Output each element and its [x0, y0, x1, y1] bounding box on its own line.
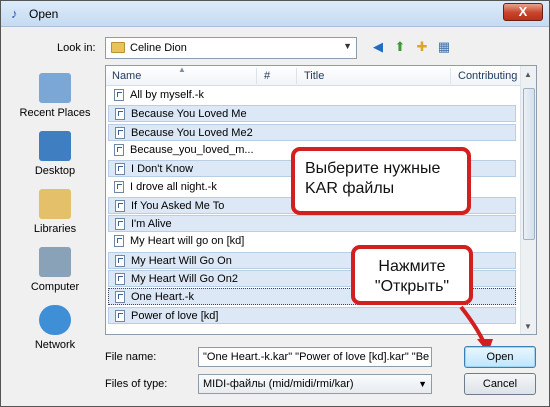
view-menu-icon[interactable]: ▦: [435, 38, 453, 56]
column-divider[interactable]: [450, 68, 451, 84]
place-computer[interactable]: Computer: [9, 247, 101, 293]
file-name: My Heart Will Go On2: [131, 273, 238, 285]
file-row[interactable]: All by myself.-k: [108, 87, 516, 104]
cancel-button[interactable]: Cancel: [464, 373, 536, 395]
file-name: Power of love [kd]: [131, 309, 219, 322]
place-label: Recent Places: [19, 107, 91, 119]
music-file-icon: [115, 199, 125, 212]
music-file-icon: [115, 163, 125, 176]
look-in-label: Look in:: [57, 42, 96, 54]
column-track-number[interactable]: #: [264, 70, 270, 82]
place-label: Network: [34, 339, 76, 351]
music-file-icon: [114, 235, 124, 248]
place-label: Desktop: [34, 165, 76, 177]
column-title[interactable]: Title: [304, 70, 324, 82]
file-row[interactable]: Because You Loved Me: [108, 105, 516, 123]
close-button[interactable]: X: [503, 3, 543, 21]
scroll-up-icon[interactable]: ▲: [524, 70, 532, 79]
file-name: If You Asked Me To: [131, 199, 225, 212]
music-file-icon: [114, 143, 124, 156]
recent-places-icon: [39, 73, 71, 103]
column-contributing[interactable]: Contributing: [458, 70, 517, 82]
music-file-icon: [115, 273, 125, 285]
vertical-scrollbar[interactable]: ▲ ▼: [520, 66, 536, 334]
network-icon: [39, 305, 71, 335]
file-name: I'm Alive: [131, 218, 172, 231]
column-header: Name ▲ # Title Contributing: [106, 65, 536, 86]
file-name: My Heart Will Go On: [131, 254, 232, 267]
place-label: Libraries: [33, 223, 77, 235]
chevron-down-icon: ▼: [418, 379, 427, 389]
column-divider[interactable]: [256, 68, 257, 84]
file-row[interactable]: Power of love [kd]: [108, 306, 516, 324]
music-note-icon: ♪: [11, 6, 18, 21]
music-file-icon: [115, 291, 125, 304]
computer-icon: [39, 247, 71, 277]
libraries-icon: [39, 189, 71, 219]
file-type-value: MIDI-файлы (mid/midi/rmi/kar): [203, 378, 354, 390]
chevron-down-icon: ▼: [343, 41, 352, 51]
file-name: I Don't Know: [131, 163, 194, 176]
open-dialog: ♪ Open X Look in: Celine Dion ▼ ◀ ⬆ ✚ ▦ …: [0, 0, 550, 407]
scroll-down-icon[interactable]: ▼: [524, 322, 532, 331]
music-file-icon: [115, 218, 125, 231]
music-file-icon: [115, 254, 125, 267]
file-name: All by myself.-k: [130, 89, 204, 101]
look-in-value: Celine Dion: [130, 42, 187, 54]
file-row[interactable]: Because You Loved Me2: [108, 123, 516, 141]
open-button[interactable]: Open: [464, 346, 536, 368]
places-bar: Recent Places Desktop Libraries Computer…: [9, 65, 101, 365]
folder-icon: [111, 42, 125, 53]
file-type-label: Files of type:: [105, 378, 168, 390]
music-file-icon: [114, 89, 124, 101]
music-file-icon: [115, 108, 125, 121]
scroll-thumb[interactable]: [523, 88, 535, 240]
sort-ascending-icon: ▲: [178, 65, 186, 74]
new-folder-icon[interactable]: ✚: [413, 38, 431, 56]
music-file-icon: [115, 309, 125, 322]
place-libraries[interactable]: Libraries: [9, 189, 101, 235]
file-name: Because You Loved Me: [131, 108, 247, 121]
file-name-label: File name:: [105, 351, 157, 363]
callout-select-files: Выберите нужные KAR файлы: [291, 147, 471, 215]
column-divider[interactable]: [296, 68, 297, 84]
file-name: I drove all night.-k: [130, 180, 217, 193]
place-desktop[interactable]: Desktop: [9, 131, 101, 177]
file-name: One Heart.-k: [131, 291, 194, 304]
file-name: Because_you_loved_m...: [130, 143, 254, 156]
file-name-input[interactable]: "One Heart.-k.kar" "Power of love [kd].k…: [198, 347, 432, 367]
title-bar[interactable]: ♪ Open X: [1, 1, 549, 27]
window-title: Open: [29, 7, 59, 21]
file-name: Because You Loved Me2: [131, 126, 253, 139]
place-label: Computer: [30, 281, 80, 293]
place-recent-places[interactable]: Recent Places: [9, 73, 101, 119]
back-icon[interactable]: ◀: [369, 38, 387, 56]
up-folder-icon[interactable]: ⬆: [391, 38, 409, 56]
file-name: My Heart will go on [kd]: [130, 235, 245, 248]
callout-press-open: Нажмите "Открыть": [351, 245, 473, 305]
file-row[interactable]: I'm Alive: [108, 215, 516, 233]
desktop-icon: [39, 131, 71, 161]
file-type-select[interactable]: MIDI-файлы (mid/midi/rmi/kar) ▼: [198, 374, 432, 394]
music-file-icon: [115, 126, 125, 139]
look-in-combo[interactable]: Celine Dion ▼: [105, 37, 357, 59]
place-network[interactable]: Network: [9, 305, 101, 351]
music-file-icon: [114, 180, 124, 193]
column-name[interactable]: Name: [112, 70, 141, 82]
